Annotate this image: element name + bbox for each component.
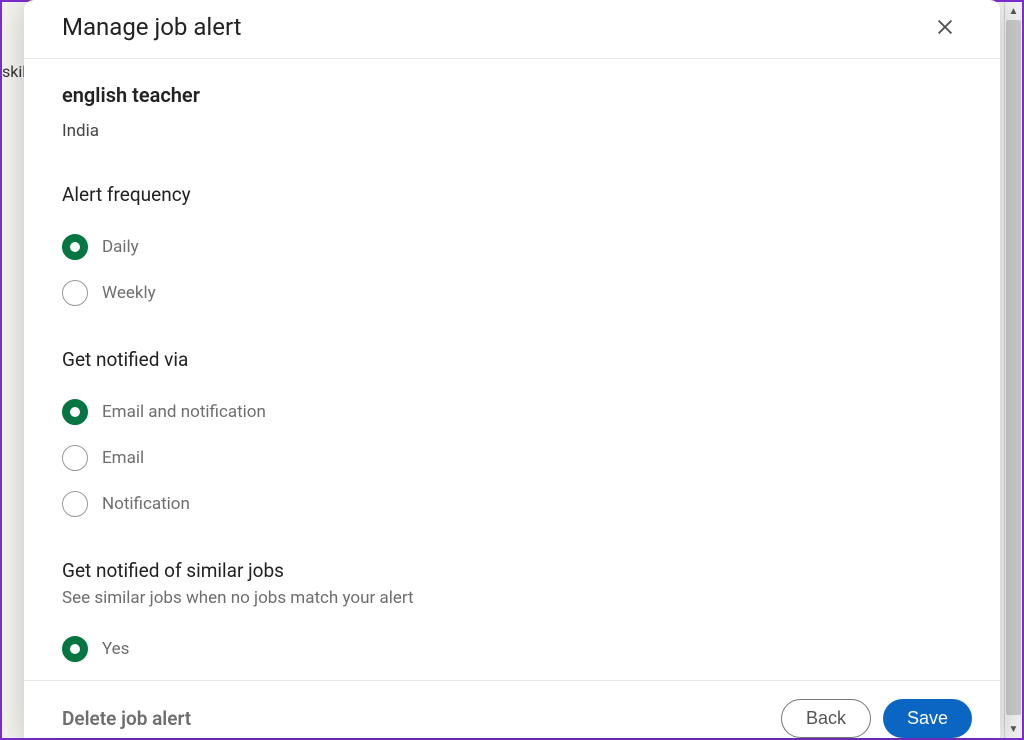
radio-icon	[62, 399, 88, 425]
similar-jobs-subtext: See similar jobs when no jobs match your…	[62, 588, 962, 608]
modal-footer: Delete job alert Back Save	[24, 680, 1000, 738]
save-button[interactable]: Save	[883, 699, 972, 738]
vertical-scrollbar[interactable]: ▲ ▼	[1004, 2, 1022, 738]
radio-icon	[62, 445, 88, 471]
back-button[interactable]: Back	[781, 699, 871, 738]
alert-job-title: english teacher	[62, 83, 962, 107]
frequency-option-daily[interactable]: Daily	[62, 224, 962, 270]
similar-option-yes[interactable]: Yes	[62, 626, 962, 672]
radio-label: Weekly	[102, 283, 156, 303]
modal-header: Manage job alert	[24, 0, 1000, 59]
scrollbar-up-arrow[interactable]: ▲	[1005, 2, 1023, 20]
close-button[interactable]	[928, 10, 962, 44]
bg-left-text: skill,	[2, 62, 22, 81]
radio-label: Yes	[102, 639, 129, 659]
radio-icon	[62, 234, 88, 260]
radio-icon	[62, 636, 88, 662]
notify-via-heading: Get notified via	[62, 348, 962, 371]
notify-option-email[interactable]: Email	[62, 435, 962, 481]
close-icon	[934, 16, 956, 38]
notify-via-radio-group: Email and notification Email Notificatio…	[62, 389, 962, 527]
alert-job-location: India	[62, 121, 962, 141]
radio-icon	[62, 280, 88, 306]
similar-jobs-heading: Get notified of similar jobs	[62, 559, 962, 582]
scrollbar-thumb[interactable]	[1006, 20, 1021, 715]
radio-label: Email and notification	[102, 402, 266, 422]
footer-button-group: Back Save	[781, 699, 972, 738]
manage-job-alert-modal: Manage job alert english teacher India A…	[24, 0, 1000, 738]
modal-body: english teacher India Alert frequency Da…	[24, 59, 1000, 680]
frequency-option-weekly[interactable]: Weekly	[62, 270, 962, 316]
scrollbar-down-arrow[interactable]: ▼	[1005, 720, 1023, 738]
frequency-heading: Alert frequency	[62, 183, 962, 206]
radio-label: Daily	[102, 237, 139, 257]
similar-option-no[interactable]: No	[62, 672, 962, 680]
similar-jobs-radio-group: Yes No	[62, 626, 962, 680]
frequency-radio-group: Daily Weekly	[62, 224, 962, 316]
radio-label: Notification	[102, 494, 190, 514]
radio-icon	[62, 491, 88, 517]
notify-option-notification[interactable]: Notification	[62, 481, 962, 527]
radio-label: Email	[102, 448, 144, 468]
notify-option-email-and-notification[interactable]: Email and notification	[62, 389, 962, 435]
modal-title: Manage job alert	[62, 13, 242, 41]
delete-job-alert-link[interactable]: Delete job alert	[62, 707, 191, 730]
